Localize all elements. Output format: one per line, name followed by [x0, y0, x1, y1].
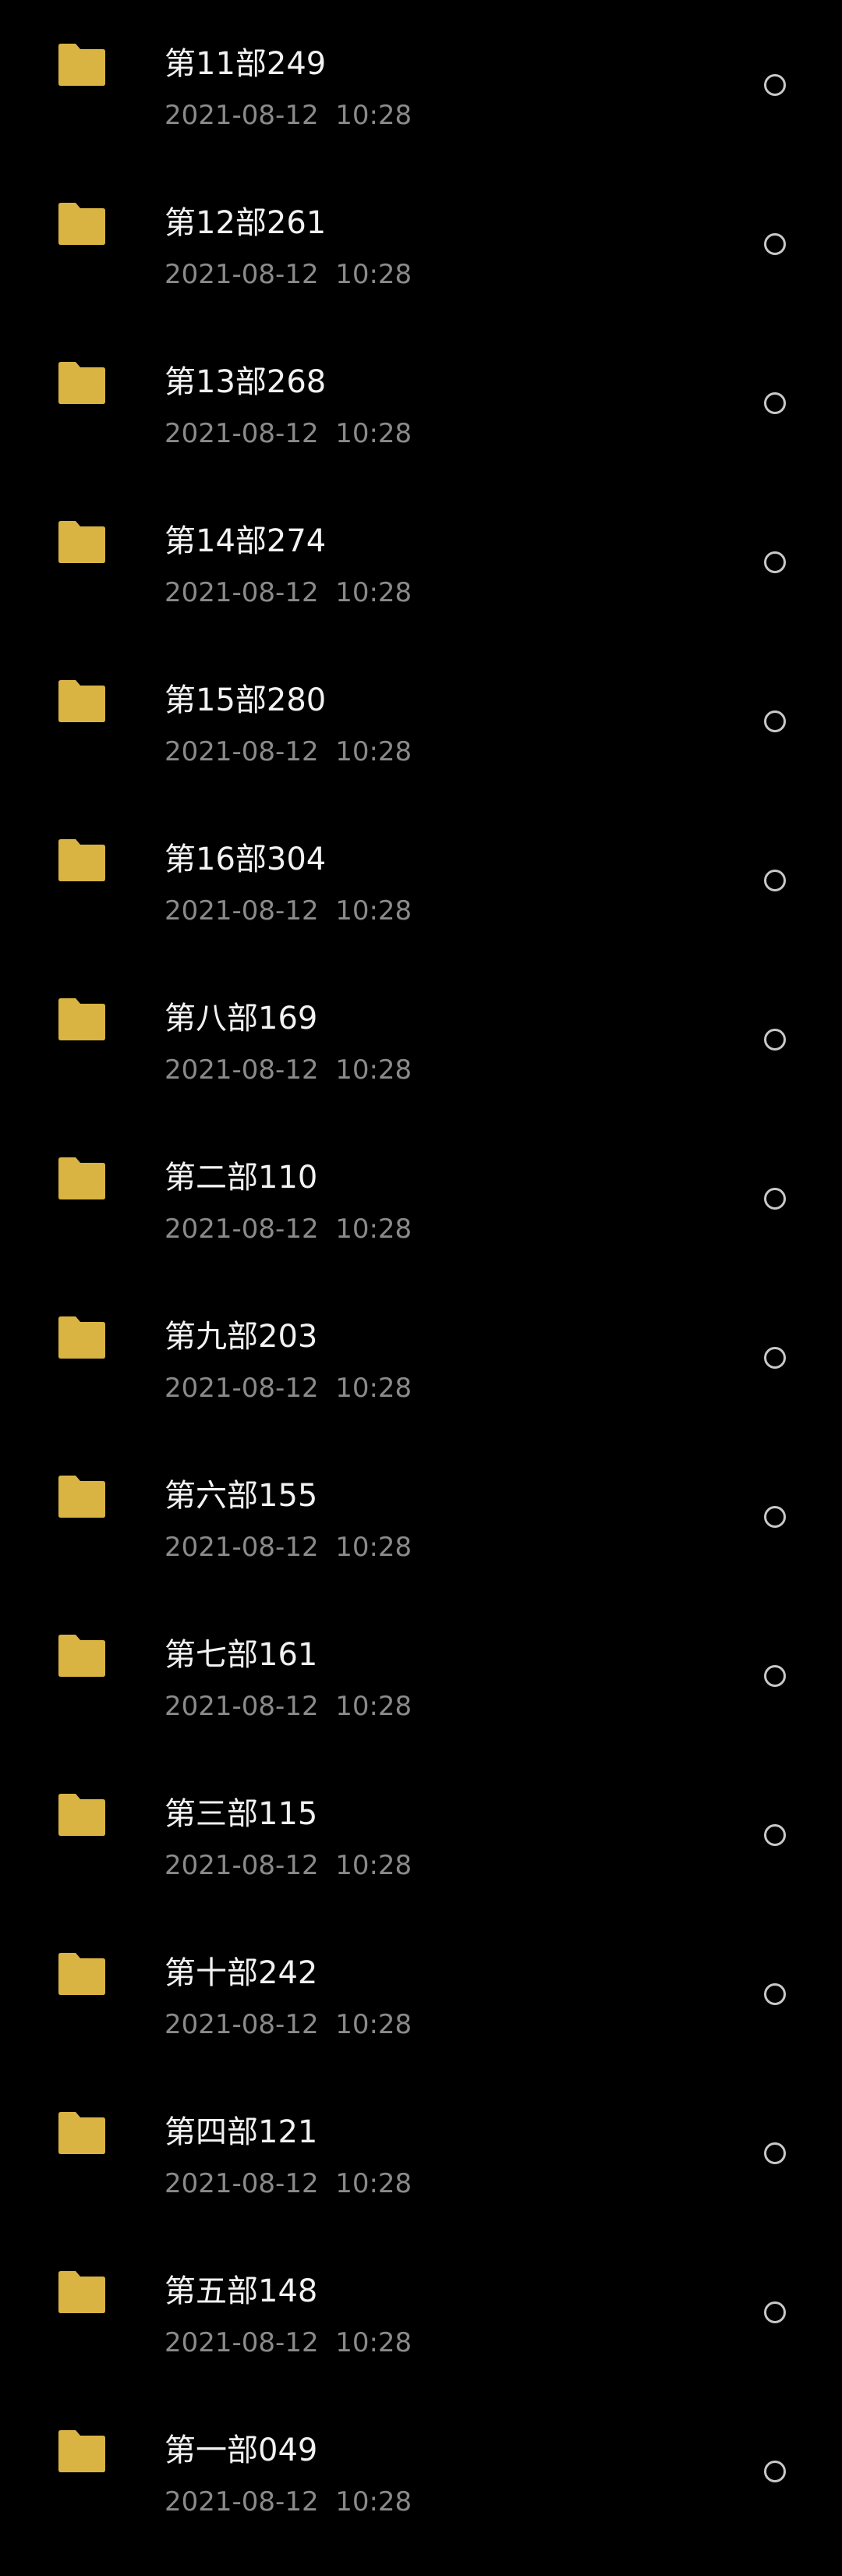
folder-icon — [56, 2429, 108, 2473]
folder-icon — [56, 2270, 108, 2314]
folder-row[interactable]: 第一部049 2021-08-12 10:28 — [0, 2386, 842, 2546]
radio-unchecked-icon[interactable] — [764, 74, 786, 96]
folder-row[interactable]: 第三部115 2021-08-12 10:28 — [0, 1750, 842, 1909]
folder-icon — [56, 679, 108, 723]
folder-date: 2021-08-12 10:28 — [165, 577, 412, 608]
radio-unchecked-icon[interactable] — [764, 1983, 786, 2005]
folder-row[interactable]: 第16部304 2021-08-12 10:28 — [0, 795, 842, 955]
folder-row[interactable]: 第九部203 2021-08-12 10:28 — [0, 1273, 842, 1432]
folder-name: 第六部155 — [165, 1478, 318, 1514]
folder-date: 2021-08-12 10:28 — [165, 259, 412, 290]
folder-row[interactable]: 第12部261 2021-08-12 10:28 — [0, 159, 842, 318]
radio-unchecked-icon[interactable] — [764, 392, 786, 414]
folder-icon — [56, 1793, 108, 1837]
radio-unchecked-icon[interactable] — [764, 1188, 786, 1210]
folder-row[interactable]: 第八部169 2021-08-12 10:28 — [0, 955, 842, 1114]
folder-name: 第五部148 — [165, 2273, 318, 2309]
folder-date: 2021-08-12 10:28 — [165, 2009, 412, 2040]
radio-unchecked-icon[interactable] — [764, 1347, 786, 1369]
folder-name: 第十部242 — [165, 1955, 318, 1991]
folder-name: 第九部203 — [165, 1319, 318, 1355]
folder-row[interactable]: 第四部121 2021-08-12 10:28 — [0, 2068, 842, 2227]
folder-date: 2021-08-12 10:28 — [165, 1850, 412, 1881]
folder-icon — [56, 2111, 108, 2155]
folder-row[interactable]: 第13部268 2021-08-12 10:28 — [0, 318, 842, 477]
folder-date: 2021-08-12 10:28 — [165, 2486, 412, 2518]
folder-name: 第14部274 — [165, 523, 327, 559]
folder-date: 2021-08-12 10:28 — [165, 895, 412, 927]
folder-icon — [56, 997, 108, 1041]
folder-name: 第八部169 — [165, 1001, 318, 1036]
folder-icon — [56, 1157, 108, 1200]
folder-icon — [56, 361, 108, 405]
radio-unchecked-icon[interactable] — [764, 1029, 786, 1051]
folder-name: 第一部049 — [165, 2432, 318, 2468]
folder-name: 第13部268 — [165, 364, 327, 400]
radio-unchecked-icon[interactable] — [764, 1506, 786, 1528]
radio-unchecked-icon[interactable] — [764, 233, 786, 255]
folder-name: 第三部115 — [165, 1796, 318, 1832]
folder-date: 2021-08-12 10:28 — [165, 2168, 412, 2199]
folder-name: 第11部249 — [165, 46, 327, 82]
radio-unchecked-icon[interactable] — [764, 2461, 786, 2482]
folder-row[interactable]: 第十部242 2021-08-12 10:28 — [0, 1909, 842, 2068]
folder-icon — [56, 1475, 108, 1518]
folder-date: 2021-08-12 10:28 — [165, 1532, 412, 1563]
folder-date: 2021-08-12 10:28 — [165, 418, 412, 449]
folder-row[interactable]: 第11部249 2021-08-12 10:28 — [0, 0, 842, 159]
folder-date: 2021-08-12 10:28 — [165, 100, 412, 131]
radio-unchecked-icon[interactable] — [764, 1665, 786, 1687]
folder-name: 第四部121 — [165, 2114, 318, 2150]
radio-unchecked-icon[interactable] — [764, 1824, 786, 1846]
folder-icon — [56, 1316, 108, 1359]
folder-name: 第12部261 — [165, 205, 327, 241]
radio-unchecked-icon[interactable] — [764, 551, 786, 573]
folder-date: 2021-08-12 10:28 — [165, 736, 412, 767]
folder-date: 2021-08-12 10:28 — [165, 1054, 412, 1086]
folder-row[interactable]: 第五部148 2021-08-12 10:28 — [0, 2227, 842, 2386]
folder-name: 第七部161 — [165, 1637, 318, 1673]
folder-date: 2021-08-12 10:28 — [165, 1214, 412, 1245]
radio-unchecked-icon[interactable] — [764, 710, 786, 732]
folder-icon — [56, 43, 108, 87]
folder-icon — [56, 202, 108, 246]
radio-unchecked-icon[interactable] — [764, 2142, 786, 2164]
folder-row[interactable]: 第15部280 2021-08-12 10:28 — [0, 636, 842, 795]
folder-date: 2021-08-12 10:28 — [165, 1691, 412, 1722]
folder-icon — [56, 1952, 108, 1996]
radio-unchecked-icon[interactable] — [764, 2301, 786, 2323]
folder-icon — [56, 838, 108, 882]
folder-list: 第11部249 2021-08-12 10:28 第12部261 2021-08… — [0, 0, 842, 2576]
folder-icon — [56, 1634, 108, 1678]
folder-row[interactable]: 第七部161 2021-08-12 10:28 — [0, 1591, 842, 1750]
folder-name: 第15部280 — [165, 682, 327, 718]
radio-unchecked-icon[interactable] — [764, 870, 786, 891]
folder-name: 第二部110 — [165, 1160, 318, 1196]
folder-date: 2021-08-12 10:28 — [165, 1373, 412, 1404]
folder-row[interactable]: 第二部110 2021-08-12 10:28 — [0, 1114, 842, 1273]
folder-row[interactable]: 第14部274 2021-08-12 10:28 — [0, 477, 842, 636]
folder-name: 第16部304 — [165, 842, 327, 877]
folder-icon — [56, 520, 108, 564]
folder-row[interactable]: 第六部155 2021-08-12 10:28 — [0, 1432, 842, 1591]
folder-date: 2021-08-12 10:28 — [165, 2327, 412, 2358]
